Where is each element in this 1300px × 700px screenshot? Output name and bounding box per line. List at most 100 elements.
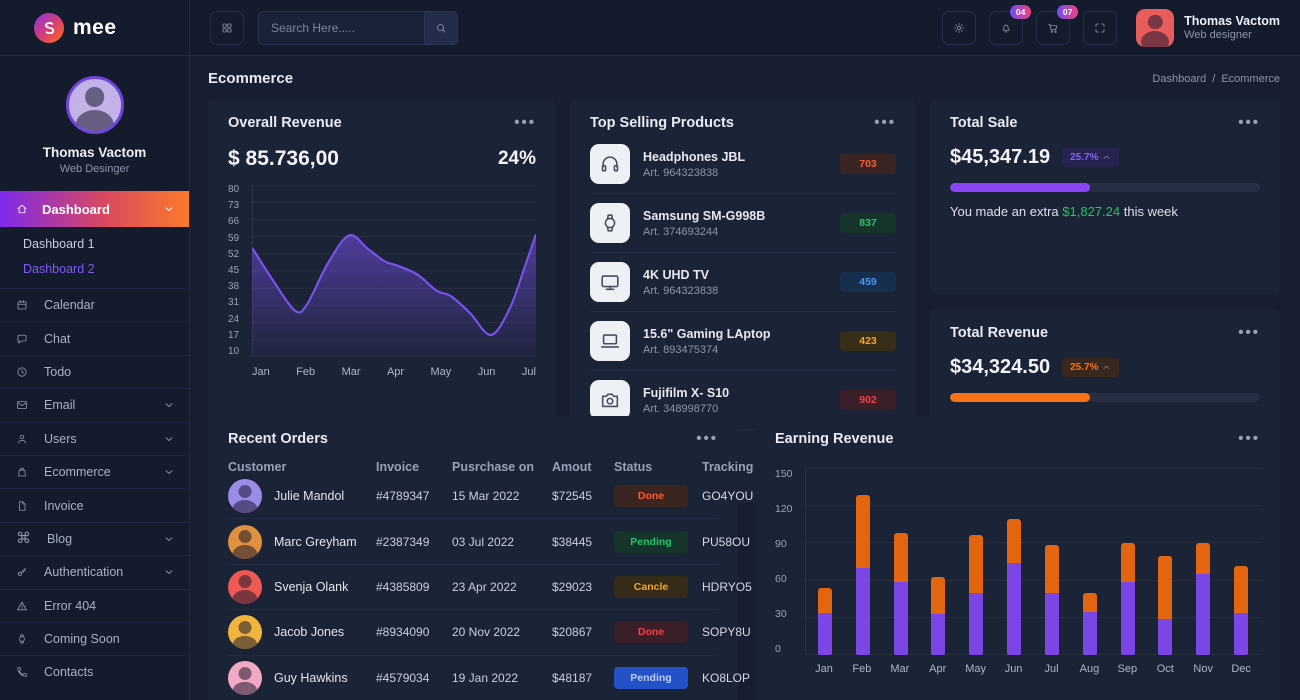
bar-segment-bottom	[1082, 611, 1097, 655]
sidebar-item-invoice[interactable]: Invoice	[0, 488, 189, 521]
bar-mar	[882, 469, 920, 655]
clock-icon	[16, 366, 28, 378]
revenue-area-chart: 80 73 66 59 52 45 38 31 24 17 10	[228, 184, 537, 358]
purchase-date: 03 Jul 2022	[452, 534, 515, 549]
bell-button[interactable]: 04	[989, 4, 1032, 45]
bar-dec	[1222, 469, 1260, 655]
notification-badge: 07	[1057, 4, 1079, 19]
y-tick-label: 17	[228, 329, 240, 341]
ellipsis-icon[interactable]: •••	[1238, 431, 1260, 446]
app-root: mee 04 07 Thomas Vactom Web designer	[0, 0, 1300, 700]
product-thumbnail	[590, 380, 630, 420]
tracking-code: HDRYO5	[702, 579, 752, 594]
invoice-number: #2387349	[376, 534, 430, 549]
sidebar-item-users[interactable]: Users	[0, 421, 189, 455]
bar-stack	[817, 588, 832, 655]
user-menu[interactable]: Thomas Vactom Web designer	[1136, 8, 1280, 47]
x-tick-label: May	[430, 366, 452, 378]
main-content: Ecommerce Dashboard / Ecommerce Overall …	[190, 56, 1300, 700]
product-list-item: Samsung SM-G998B Art. 374693244 837	[590, 194, 896, 253]
status-badge: Pending	[614, 667, 688, 690]
gear-button[interactable]	[942, 10, 977, 45]
total-sale-delta-badge: 25.7%	[1062, 148, 1120, 167]
brand-logo[interactable]: mee	[0, 0, 190, 55]
warning-icon	[16, 600, 28, 612]
sidebar-subitem-dashboard-2[interactable]: Dashboard 2	[23, 262, 189, 276]
sidebar-menu: Calendar Chat Todo Email Users Ecommerce…	[0, 288, 189, 689]
card-title: Top Selling Products	[590, 115, 734, 131]
product-count-badge: 902	[840, 390, 896, 410]
tracking-code: SOPY8U	[702, 625, 751, 640]
bar-chart-y-axis: 150 120 90 60 30 0	[775, 469, 805, 655]
sidebar-item-label: Coming Soon	[44, 632, 120, 647]
ellipsis-icon[interactable]: •••	[514, 115, 536, 130]
cart-button[interactable]: 07	[1036, 4, 1079, 45]
bar-oct	[1146, 469, 1184, 655]
dashboard-submenu: Dashboard 1 Dashboard 2	[0, 227, 189, 288]
expand-button[interactable]	[1083, 10, 1118, 45]
sidebar-item-error-404[interactable]: Error 404	[0, 588, 189, 622]
bars-container	[806, 469, 1260, 655]
tracking-code: PU58OU	[702, 534, 751, 549]
search-input[interactable]	[258, 10, 424, 45]
total-revenue-amount: $34,324.50	[950, 355, 1051, 378]
orders-table-header: Customer Invoice Pusrchase on Amout Status Tr…	[228, 460, 753, 474]
ellipsis-icon[interactable]: •••	[874, 115, 896, 130]
topbar-actions: 04 07	[942, 4, 1118, 45]
ellipsis-icon[interactable]: •••	[696, 431, 718, 446]
sidebar-item-label: Todo	[44, 364, 72, 379]
watch-product-icon	[599, 212, 621, 234]
bar-apr	[919, 469, 957, 655]
bar-chart-plot	[805, 468, 1260, 655]
product-thumbnail	[590, 321, 630, 361]
bar-chart-x-axis: Jan Feb Mar Apr May Jun Jul Aug Sep Oct Nov Dec	[805, 663, 1260, 675]
bar-stack	[969, 534, 984, 655]
breadcrumb-ecommerce[interactable]: Ecommerce	[1221, 73, 1280, 85]
product-name: 15.6" Gaming LAptop	[643, 327, 771, 342]
purchase-date: 19 Jan 2022	[452, 671, 519, 686]
ellipsis-icon[interactable]: •••	[1238, 115, 1260, 130]
sidebar-item-blog[interactable]: ⌘ Blog	[0, 521, 189, 555]
sidebar-item-coming-soon[interactable]: Coming Soon	[0, 621, 189, 655]
product-count-badge: 423	[840, 331, 896, 351]
column-header: Pusrchase on	[452, 460, 534, 474]
y-tick-label: 10	[228, 345, 240, 357]
x-tick-label: Jan	[815, 663, 833, 675]
product-thumbnail	[590, 144, 630, 184]
overall-revenue-amount: $ 85.736,00	[228, 147, 339, 170]
chevron-down-icon	[163, 399, 175, 411]
sidebar-item-chat[interactable]: Chat	[0, 321, 189, 354]
sidebar-item-todo[interactable]: Todo	[0, 354, 189, 388]
sidebar-item-authentication[interactable]: Authentication	[0, 555, 189, 588]
breadcrumb-dashboard[interactable]: Dashboard	[1152, 73, 1206, 85]
customer-avatar	[228, 569, 262, 604]
search-button[interactable]	[424, 10, 458, 45]
ellipsis-icon[interactable]: •••	[1238, 325, 1260, 340]
sidebar-item-email[interactable]: Email	[0, 388, 189, 421]
product-list-item: 4K UHD TV Art. 964323838 459	[590, 253, 896, 312]
bar-stack	[1196, 543, 1211, 655]
product-count-badge: 837	[840, 213, 896, 233]
key-icon	[16, 566, 28, 578]
bar-aug	[1071, 469, 1109, 655]
tracking-code: GO4YOU	[702, 489, 754, 504]
bar-feb	[844, 469, 882, 655]
sidebar-item-calendar[interactable]: Calendar	[0, 288, 189, 321]
bar-segment-top	[817, 588, 832, 613]
sidebar-subitem-dashboard-1[interactable]: Dashboard 1	[23, 237, 189, 251]
bar-jun	[995, 469, 1033, 655]
card-title: Total Sale	[950, 115, 1018, 131]
status-badge: Cancle	[614, 575, 688, 598]
apps-menu-button[interactable]	[210, 10, 244, 45]
bar-segment-bottom	[893, 581, 908, 655]
sidebar-item-label: Dashboard	[42, 201, 110, 217]
sidebar-item-contacts[interactable]: Contacts	[0, 655, 189, 688]
page-title: Ecommerce	[208, 70, 294, 87]
customer-name: Jacob Jones	[274, 625, 345, 640]
bar-segment-bottom	[1044, 593, 1059, 655]
sidebar-item-ecommerce[interactable]: Ecommerce	[0, 454, 189, 488]
sidebar-item-dashboard[interactable]: Dashboard	[0, 191, 189, 227]
y-tick-label: 45	[228, 264, 240, 276]
bar-segment-bottom	[817, 612, 832, 655]
y-tick-label: 30	[775, 608, 787, 621]
